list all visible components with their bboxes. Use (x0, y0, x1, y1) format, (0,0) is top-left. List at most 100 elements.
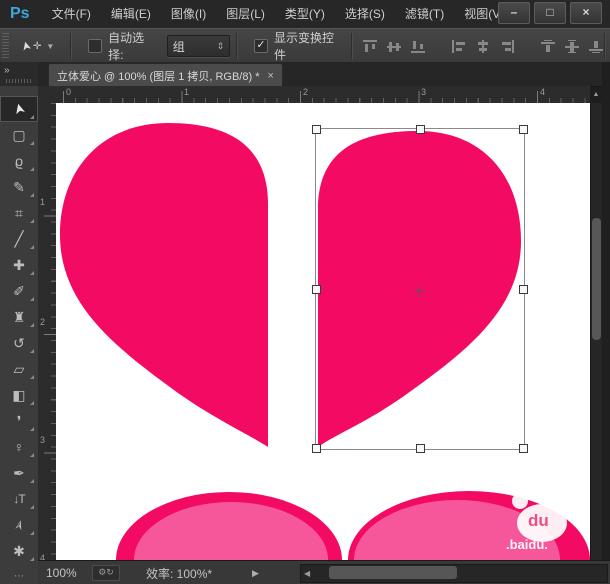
vertical-ruler[interactable]: 1 2 3 4 (38, 103, 57, 560)
status-options-button[interactable]: ⚙↻ (92, 565, 120, 581)
handle-top-left[interactable] (312, 125, 321, 134)
auto-select-checkbox[interactable] (88, 39, 103, 53)
ruler-corner[interactable] (38, 86, 57, 104)
show-transform-checkbox[interactable]: ✓ (254, 39, 268, 53)
crop-tool[interactable]: ⌗ (0, 200, 38, 226)
handle-middle-left[interactable] (312, 285, 321, 294)
horizontal-ruler[interactable]: 0 1 2 3 4 (56, 86, 590, 104)
handle-middle-right[interactable] (519, 285, 528, 294)
horizontal-scroll-thumb[interactable] (329, 566, 457, 579)
distribute-bottom-edges-icon[interactable] (589, 40, 604, 53)
custom-shape-tool[interactable]: ✱ (0, 538, 38, 564)
type-tool-icon: ↓T (13, 492, 25, 506)
minimize-button[interactable]: – (498, 2, 530, 24)
menu-item[interactable]: 编辑(E) (101, 0, 161, 28)
lasso-tool[interactable]: ϱ (0, 148, 38, 174)
pen-tool[interactable]: ✒ (0, 460, 38, 486)
handle-top-right[interactable] (519, 125, 528, 134)
history-brush-tool-icon: ↺ (13, 335, 25, 351)
spot-healing-brush-tool[interactable]: ✚ (0, 252, 38, 278)
close-button[interactable]: × (570, 2, 602, 24)
more-tools-icon[interactable]: ⋯ (0, 571, 38, 582)
document-canvas[interactable]: du .baidu. (56, 103, 590, 560)
menu-item[interactable]: 滤镜(T) (395, 0, 454, 28)
type-tool[interactable]: ↓T (0, 486, 38, 512)
ruler-number: 1 (184, 87, 190, 97)
eraser-tool[interactable]: ▱ (0, 356, 38, 382)
tab-close-icon[interactable]: × (267, 70, 273, 82)
brush-tool-icon: ✐ (13, 283, 25, 299)
collapse-panel-icon[interactable]: » (4, 65, 9, 76)
vertical-scroll-thumb[interactable] (592, 218, 601, 340)
clone-stamp-tool[interactable]: ♜ (0, 304, 38, 330)
menu-item[interactable]: 选择(S) (335, 0, 395, 28)
handle-bottom-right[interactable] (519, 444, 528, 453)
flyout-triangle-icon (30, 297, 34, 301)
flyout-triangle-icon (30, 219, 34, 223)
watermark-du-text: du (528, 511, 549, 530)
flyout-triangle-icon (30, 401, 34, 405)
gradient-tool[interactable]: ◧ (0, 382, 38, 408)
distribute-vertical-centers-icon[interactable] (565, 39, 580, 53)
menu-item[interactable]: 图层(L) (216, 0, 275, 28)
watermark-domain-text: .baidu. (506, 537, 548, 552)
handle-top-center[interactable] (416, 125, 425, 134)
horizontal-scrollbar[interactable]: ◀ (300, 564, 608, 583)
handle-bottom-center[interactable] (416, 444, 425, 453)
scroll-up-icon[interactable]: ▲ (591, 89, 601, 101)
transform-center-point[interactable] (415, 287, 424, 296)
quick-selection-tool[interactable]: ✎ (0, 174, 38, 200)
handle-bottom-left[interactable] (312, 444, 321, 453)
custom-shape-tool-icon: ✱ (13, 543, 25, 559)
align-top-edges-icon[interactable] (363, 39, 378, 53)
eyedropper-tool[interactable]: ╱ (0, 226, 38, 252)
align-buttons (363, 39, 604, 53)
align-bottom-edges-icon[interactable] (411, 40, 426, 53)
ruler-number: 2 (40, 317, 46, 327)
align-vertical-centers-icon[interactable] (387, 40, 402, 53)
menu-item[interactable]: 图像(I) (161, 0, 216, 28)
tools-grip[interactable] (6, 79, 32, 83)
path-selection-tool[interactable]: ➢ (0, 512, 38, 538)
watermark: du .baidu. (500, 481, 590, 556)
chevron-down-icon: ▼ (46, 41, 55, 51)
ruler-number: 2 (303, 87, 309, 97)
options-bar: ➤ ✛ ▼ 自动选择: 组 ⇕ ✓ 显示变换控件 (0, 28, 610, 64)
document-tab[interactable]: 立体爱心 @ 100% (图层 1 拷贝, RGB/8) * × (48, 63, 283, 87)
blur-tool[interactable]: ❜ (0, 408, 38, 434)
left-half-heart-shape (60, 123, 268, 447)
move-tool-preset[interactable]: ➤ ✛ ▼ (17, 39, 55, 53)
ruler-ticks (44, 103, 56, 560)
menu-item[interactable]: 类型(Y) (275, 0, 335, 28)
tools-stack: ➤ ▢ ϱ ✎ ⌗ ╱ ✚ ✐ ♜ ↺ ▱ ◧ ❜ ♀ ✒ ↓T ➢ ✱ (0, 86, 38, 564)
history-brush-tool[interactable]: ↺ (0, 330, 38, 356)
ruler-number: 4 (540, 87, 546, 97)
align-horizontal-centers-icon[interactable] (476, 39, 491, 53)
align-right-edges-icon[interactable] (500, 39, 515, 53)
ruler-number: 0 (66, 87, 72, 97)
maximize-button[interactable]: □ (534, 2, 566, 24)
status-flyout-arrow-icon[interactable]: ▶ (252, 568, 259, 579)
ruler-number: 1 (40, 197, 46, 207)
zoom-level[interactable]: 100% (38, 566, 92, 580)
flyout-triangle-icon (30, 557, 34, 561)
dodge-tool-icon: ♀ (13, 439, 25, 455)
toolbar: ➤ ▢ ϱ ✎ ⌗ ╱ ✚ ✐ ♜ ↺ ▱ ◧ ❜ ♀ ✒ ↓T ➢ ✱ ⋯ (0, 86, 39, 584)
menu-item[interactable]: 文件(F) (42, 0, 101, 28)
spinner-icon: ⇕ (216, 40, 225, 51)
brush-tool[interactable]: ✐ (0, 278, 38, 304)
group-select-dropdown[interactable]: 组 ⇕ (166, 35, 231, 57)
flyout-triangle-icon (30, 375, 34, 379)
options-grip[interactable] (2, 33, 9, 59)
rectangular-marquee-tool[interactable]: ▢ (0, 122, 38, 148)
flyout-triangle-icon (30, 479, 34, 483)
quick-selection-tool-icon: ✎ (13, 179, 25, 195)
dodge-tool[interactable]: ♀ (0, 434, 38, 460)
move-tool-icon: ➤ (9, 101, 29, 117)
move-tool[interactable]: ➤ (0, 96, 38, 122)
distribute-top-edges-icon[interactable] (541, 39, 556, 53)
ruler-number: 3 (40, 435, 46, 445)
scroll-left-icon[interactable]: ◀ (304, 569, 310, 578)
align-left-edges-icon[interactable] (452, 39, 467, 53)
move-cursor-icon: ➤ (17, 39, 35, 53)
